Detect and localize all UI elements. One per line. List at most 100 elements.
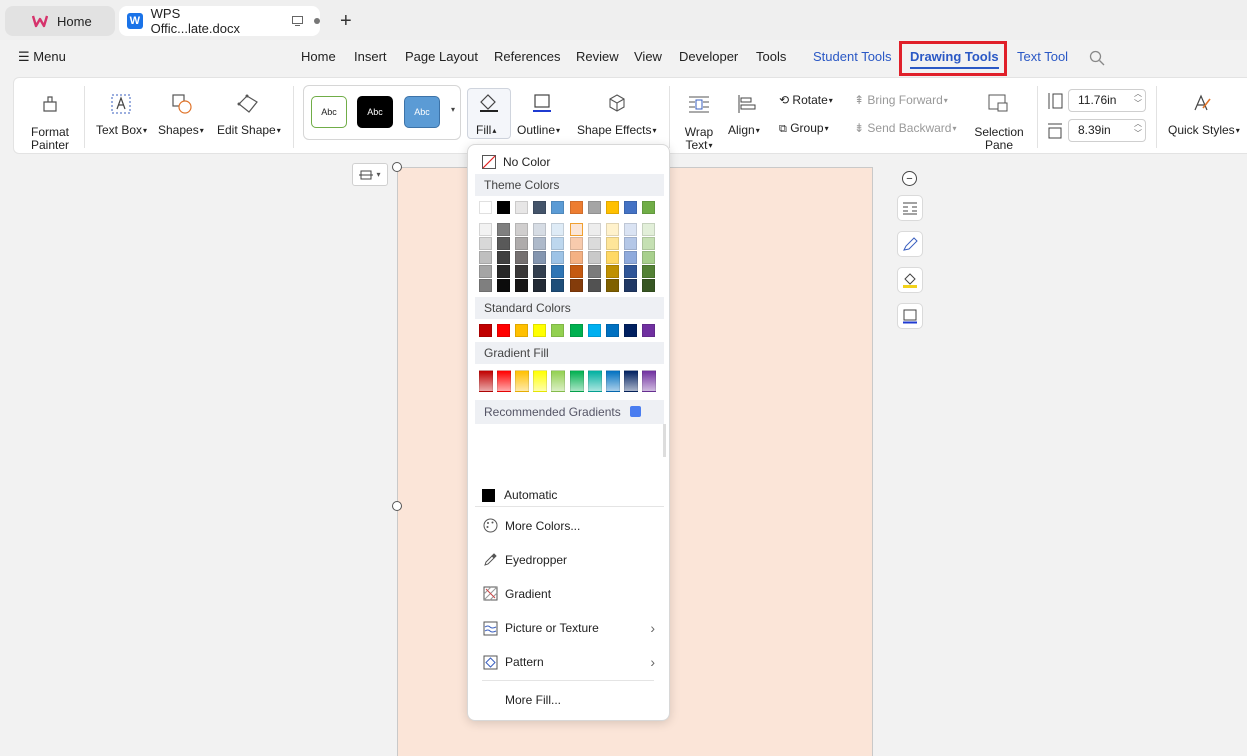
search-icon[interactable] <box>1089 50 1105 66</box>
scrollbar[interactable] <box>663 424 666 457</box>
automatic-option[interactable]: Automatic <box>482 488 557 502</box>
theme-shade-swatch[interactable] <box>641 223 655 236</box>
theme-color-swatch[interactable] <box>551 201 565 214</box>
menu-view[interactable]: View <box>634 49 662 64</box>
standard-color-swatch[interactable] <box>479 324 492 337</box>
standard-color-swatch[interactable] <box>569 324 583 337</box>
send-backward-button[interactable]: ⇟ Send Backward▾ <box>854 121 956 135</box>
menu-developer[interactable]: Developer <box>679 49 738 64</box>
style-sample-black[interactable]: Abc <box>357 96 393 128</box>
theme-shade-swatch[interactable] <box>551 265 565 278</box>
theme-shade-swatch[interactable] <box>533 279 547 292</box>
gradient-swatch[interactable] <box>479 370 493 392</box>
theme-shade-swatch[interactable] <box>515 279 529 292</box>
selection-pane-button[interactable]: Selection Pane <box>972 126 1026 152</box>
edit-shape-button[interactable]: Edit Shape▾ <box>217 123 281 137</box>
gradient-swatch[interactable] <box>641 370 656 392</box>
gradient-option[interactable]: Gradient <box>483 586 551 601</box>
theme-shade-swatch[interactable] <box>605 237 619 250</box>
theme-shade-swatch[interactable] <box>569 265 583 278</box>
theme-shade-swatch[interactable] <box>497 265 511 278</box>
theme-shade-swatch[interactable] <box>497 279 511 292</box>
gradient-swatch[interactable] <box>569 370 584 392</box>
resize-handle[interactable] <box>392 501 402 511</box>
theme-shade-swatch[interactable] <box>497 237 511 250</box>
outline-button[interactable]: Outline▾ <box>517 123 560 137</box>
gradient-swatch[interactable] <box>533 370 548 392</box>
theme-color-swatch[interactable] <box>515 201 529 214</box>
theme-shade-swatch[interactable] <box>587 251 601 264</box>
bring-forward-button[interactable]: ⇞ Bring Forward▾ <box>854 93 948 107</box>
theme-shade-swatch[interactable] <box>587 237 601 250</box>
theme-color-swatch[interactable] <box>605 201 619 214</box>
theme-shade-swatch[interactable] <box>623 223 637 236</box>
text-box-button[interactable]: Text Box▾ <box>96 123 147 137</box>
tab-document[interactable]: W WPS Offic...late.docx <box>119 6 320 36</box>
unsaved-dot-icon[interactable] <box>314 18 320 24</box>
menu-insert[interactable]: Insert <box>354 49 387 64</box>
menu-tools[interactable]: Tools <box>756 49 786 64</box>
standard-color-swatch[interactable] <box>515 324 529 337</box>
group-button[interactable]: ⧉ Group▾ <box>779 121 829 136</box>
theme-shade-swatch[interactable] <box>587 265 601 278</box>
theme-shade-swatch[interactable] <box>641 265 655 278</box>
theme-shade-swatch[interactable] <box>533 265 547 278</box>
theme-shade-swatch[interactable] <box>551 237 565 250</box>
theme-shade-swatch[interactable] <box>551 251 565 264</box>
theme-shade-swatch[interactable] <box>641 237 655 250</box>
standard-color-swatch[interactable] <box>533 324 547 337</box>
wrap-text-button[interactable]: Wrap Text▾ <box>682 126 716 152</box>
theme-shade-swatch[interactable] <box>623 237 637 250</box>
theme-shade-swatch[interactable] <box>515 251 529 264</box>
gradient-swatch[interactable] <box>605 370 620 392</box>
theme-shade-swatch[interactable] <box>533 251 547 264</box>
theme-shade-swatch[interactable] <box>479 279 492 292</box>
height-stepper-icon[interactable]: ︿ ﹀ <box>1134 89 1142 109</box>
new-tab-button[interactable]: + <box>340 10 352 33</box>
theme-shade-swatch[interactable] <box>497 251 511 264</box>
tab-home[interactable]: Home <box>5 6 115 36</box>
shapes-button[interactable]: Shapes▾ <box>158 123 204 137</box>
theme-shade-swatch[interactable] <box>551 223 565 236</box>
standard-color-swatch[interactable] <box>641 324 655 337</box>
theme-shade-swatch[interactable] <box>533 237 547 250</box>
format-painter-button[interactable]: Format Painter <box>29 126 71 152</box>
selected-color-swatch[interactable] <box>569 223 583 236</box>
theme-shade-swatch[interactable] <box>515 237 529 250</box>
float-outline-button[interactable] <box>897 303 923 329</box>
gradient-swatch[interactable] <box>515 370 530 392</box>
standard-color-swatch[interactable] <box>605 324 619 337</box>
theme-shade-swatch[interactable] <box>497 223 511 236</box>
no-color-option[interactable]: No Color <box>482 155 550 169</box>
resize-handle[interactable] <box>392 162 402 172</box>
theme-color-swatch[interactable] <box>533 201 547 214</box>
style-sample-blue[interactable]: Abc <box>404 96 440 128</box>
theme-shade-swatch[interactable] <box>479 265 492 278</box>
style-sample-green-outline[interactable]: Abc <box>311 96 347 128</box>
theme-shade-swatch[interactable] <box>569 279 583 292</box>
more-colors-option[interactable]: More Colors... <box>483 518 580 533</box>
rotate-button[interactable]: ⟲ Rotate▾ <box>779 93 833 107</box>
menu-page-layout[interactable]: Page Layout <box>405 49 478 64</box>
theme-shade-swatch[interactable] <box>533 223 547 236</box>
standard-color-swatch[interactable] <box>623 324 637 337</box>
menu-review[interactable]: Review <box>576 49 619 64</box>
pattern-option[interactable]: Pattern › <box>483 654 655 670</box>
menu-student-tools[interactable]: Student Tools <box>813 49 892 64</box>
main-menu-button[interactable]: ☰ Menu <box>18 49 66 65</box>
theme-shade-swatch[interactable] <box>569 237 583 250</box>
theme-color-swatch[interactable] <box>587 201 601 214</box>
menu-references[interactable]: References <box>494 49 560 64</box>
standard-color-swatch[interactable] <box>497 324 511 337</box>
theme-color-swatch[interactable] <box>569 201 583 214</box>
gradient-swatch[interactable] <box>587 370 602 392</box>
align-button[interactable]: Align▾ <box>728 123 760 137</box>
theme-shade-swatch[interactable] <box>515 223 529 236</box>
theme-shade-swatch[interactable] <box>479 223 492 236</box>
quick-styles-button[interactable]: Quick Styles▾ <box>1168 123 1240 137</box>
theme-shade-swatch[interactable] <box>641 251 655 264</box>
float-pen-button[interactable] <box>897 231 923 257</box>
gradient-swatch[interactable] <box>551 370 566 392</box>
theme-shade-swatch[interactable] <box>479 251 492 264</box>
theme-color-swatch[interactable] <box>623 201 637 214</box>
